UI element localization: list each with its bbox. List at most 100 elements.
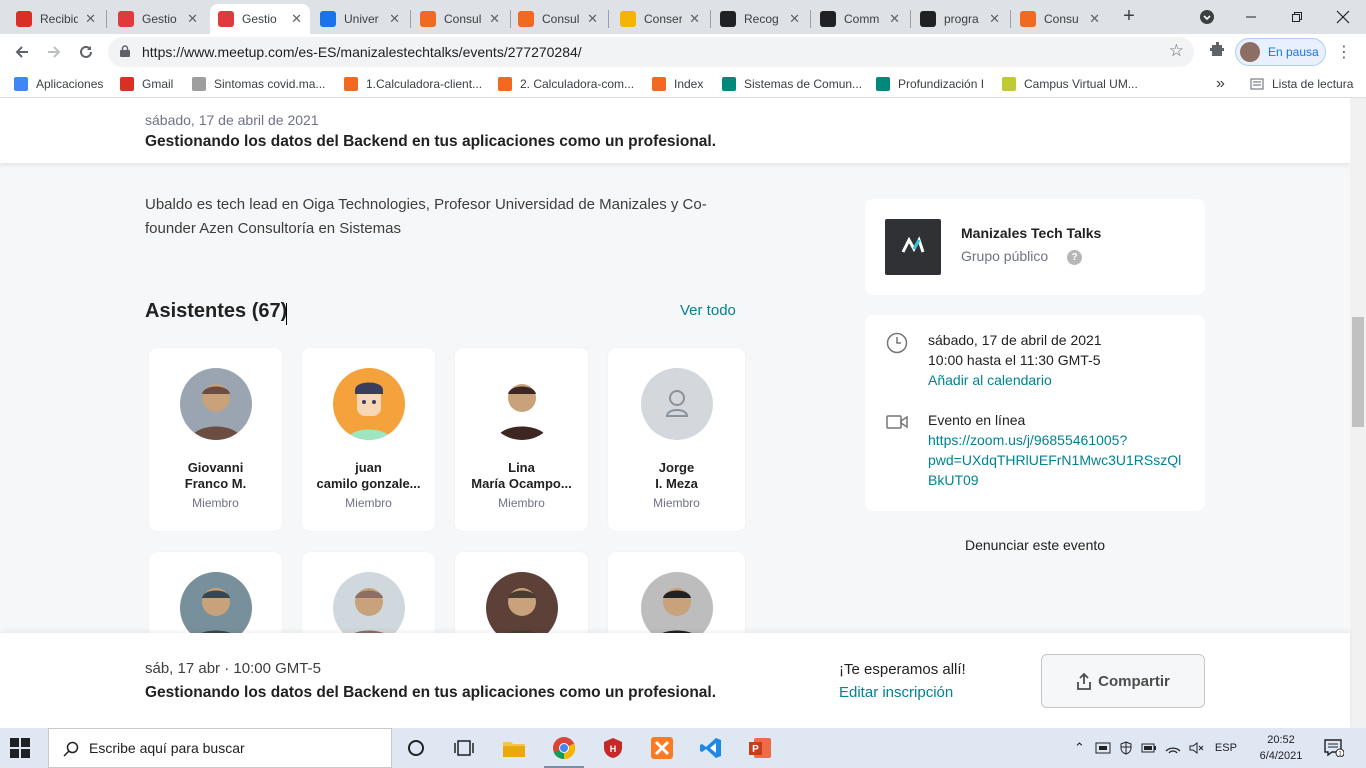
cortana-icon[interactable] (402, 734, 430, 762)
tab[interactable]: Comm ✕ (812, 4, 908, 34)
new-tab-button[interactable]: + (1118, 5, 1140, 27)
bookmark-item[interactable]: Gmail (120, 75, 173, 93)
close-tab-icon[interactable]: ✕ (389, 11, 400, 27)
url-text[interactable]: https://www.meetup.com/es-ES/manizaleste… (142, 44, 582, 60)
address-bar[interactable]: https://www.meetup.com/es-ES/manizaleste… (108, 37, 1194, 67)
svg-text:H: H (610, 744, 617, 754)
chevron-up-icon[interactable]: ⌃ (1074, 740, 1085, 756)
powerpoint-icon[interactable]: P (746, 734, 774, 762)
tab[interactable]: Univer ✕ (312, 4, 408, 34)
windows-start-icon[interactable] (10, 738, 30, 758)
attendee-last-name: camilo gonzale... (316, 476, 421, 491)
bookmark-item[interactable]: Index (652, 75, 703, 93)
more-bookmarks-icon[interactable]: » (1216, 75, 1225, 93)
group-logo[interactable] (885, 219, 941, 275)
minimize-button[interactable] (1228, 0, 1274, 34)
zoom-link-line-2[interactable]: pwd=UXdqTHRlUEFrN1Mwc3U1RSszQl (928, 450, 1181, 470)
task-view-icon[interactable] (450, 734, 478, 762)
bookmark-item[interactable]: Profundización I (876, 75, 984, 93)
forward-icon[interactable] (40, 38, 68, 66)
extensions-icon[interactable] (1207, 40, 1229, 62)
bookmark-item[interactable]: Campus Virtual UM... (1002, 75, 1138, 93)
close-tab-icon[interactable]: ✕ (291, 11, 302, 27)
cloud-icon[interactable] (1095, 741, 1111, 755)
reading-list-button[interactable]: Lista de lectura (1250, 75, 1353, 93)
avatar[interactable] (641, 368, 713, 440)
attendee-role: Miembro (653, 496, 700, 510)
tab[interactable]: Consu ✕ (1012, 4, 1108, 34)
xampp-taskbar-icon[interactable] (648, 734, 676, 762)
speaker-bio: Ubaldo es tech lead en Oiga Technologies… (145, 196, 707, 237)
close-tab-icon[interactable]: ✕ (85, 11, 96, 27)
close-tab-icon[interactable]: ✕ (587, 11, 598, 27)
scrollbar-thumb[interactable] (1352, 317, 1364, 427)
zoom-link-line-3[interactable]: BkUT09 (928, 470, 979, 490)
file-explorer-icon[interactable] (500, 734, 528, 762)
bookmark-item[interactable]: Sintomas covid.ma... (192, 75, 325, 93)
edit-rsvp-link[interactable]: Editar inscripción (839, 684, 953, 701)
attendee-card[interactable]: Giovanni Franco M. Miembro (149, 348, 282, 531)
bookmark-item[interactable]: Aplicaciones (14, 75, 103, 93)
battery-icon[interactable] (1141, 742, 1157, 754)
vscode-icon[interactable] (697, 734, 725, 762)
menu-dots-icon[interactable]: ⋮ (1336, 42, 1352, 62)
reload-icon[interactable] (72, 38, 100, 66)
close-tab-icon[interactable]: ✕ (989, 11, 1000, 27)
wifi-icon[interactable] (1165, 741, 1181, 755)
tab-active[interactable]: Gestio ✕ (210, 4, 310, 34)
zoom-link-line-1[interactable]: https://zoom.us/j/96855461005? (928, 430, 1127, 450)
share-icon (1077, 672, 1092, 690)
bookmark-item[interactable]: Sistemas de Comun... (722, 75, 862, 93)
video-camera-icon (886, 415, 908, 429)
tab[interactable]: Conser ✕ (612, 4, 708, 34)
share-button[interactable]: Compartir (1041, 654, 1205, 708)
attendee-card[interactable]: juan camilo gonzale... Miembro (302, 348, 435, 531)
chrome-taskbar-icon[interactable] (544, 734, 584, 768)
shield-icon[interactable] (1119, 741, 1133, 755)
clock-time: 20:52 (1267, 734, 1295, 746)
avatar[interactable] (486, 368, 558, 440)
security-app-icon[interactable]: H (599, 734, 627, 762)
profile-button[interactable]: En pausa (1235, 38, 1326, 66)
bookmark-star-icon[interactable]: ☆ (1169, 41, 1184, 61)
tab[interactable]: Consul ✕ (412, 4, 508, 34)
tab[interactable]: Recibid ✕ (8, 4, 104, 34)
windows-taskbar: Escribe aquí para buscar H P ⌃ ESP 20:52… (0, 728, 1366, 768)
tab[interactable]: progra ✕ (912, 4, 1008, 34)
restore-button[interactable] (1274, 0, 1320, 34)
tab-search-icon[interactable] (1184, 0, 1230, 34)
close-tab-icon[interactable]: ✕ (889, 11, 900, 27)
see-all-attendees-link[interactable]: Ver todo (680, 302, 736, 319)
tab[interactable]: Consul ✕ (510, 4, 606, 34)
avatar[interactable] (180, 368, 252, 440)
sticky-event-header: sábado, 17 de abril de 2021 Gestionando … (0, 98, 1350, 163)
close-tab-icon[interactable]: ✕ (187, 11, 198, 27)
report-event-link[interactable]: Denunciar este evento (865, 537, 1205, 553)
add-to-calendar-link[interactable]: Añadir al calendario (928, 370, 1052, 390)
group-name[interactable]: Manizales Tech Talks (961, 225, 1101, 241)
footer-event-title: Gestionando los datos del Backend en tus… (145, 684, 717, 701)
close-tab-icon[interactable]: ✕ (1089, 11, 1100, 27)
help-icon[interactable]: ? (1067, 250, 1082, 265)
bookmark-item[interactable]: 2. Calculadora-com... (498, 75, 634, 93)
avatar[interactable] (333, 368, 405, 440)
tab[interactable]: Gestio ✕ (110, 4, 206, 34)
close-tab-icon[interactable]: ✕ (489, 11, 500, 27)
group-card[interactable]: Manizales Tech Talks Grupo público ? (865, 199, 1205, 295)
volume-muted-icon[interactable] (1189, 741, 1205, 755)
clock[interactable]: 20:52 6/4/2021 (1256, 732, 1306, 764)
taskbar-search-input[interactable]: Escribe aquí para buscar (48, 728, 392, 768)
tab[interactable]: Recog ✕ (712, 4, 808, 34)
close-tab-icon[interactable]: ✕ (689, 11, 700, 27)
close-tab-icon[interactable]: ✕ (789, 11, 800, 27)
bookmark-item[interactable]: 1.Calculadora-client... (344, 75, 482, 93)
back-icon[interactable] (8, 38, 36, 66)
attendee-last-name: María Ocampo... (471, 476, 572, 491)
language-indicator[interactable]: ESP (1215, 742, 1237, 754)
attendee-card[interactable]: Lina María Ocampo... Miembro (455, 348, 588, 531)
attendee-card[interactable]: Jorge I. Meza Miembro (608, 348, 745, 531)
close-window-button[interactable] (1320, 0, 1366, 34)
group-type: Grupo público (961, 248, 1049, 264)
lock-icon[interactable] (120, 45, 130, 57)
notifications-icon[interactable]: 1 (1324, 739, 1344, 757)
